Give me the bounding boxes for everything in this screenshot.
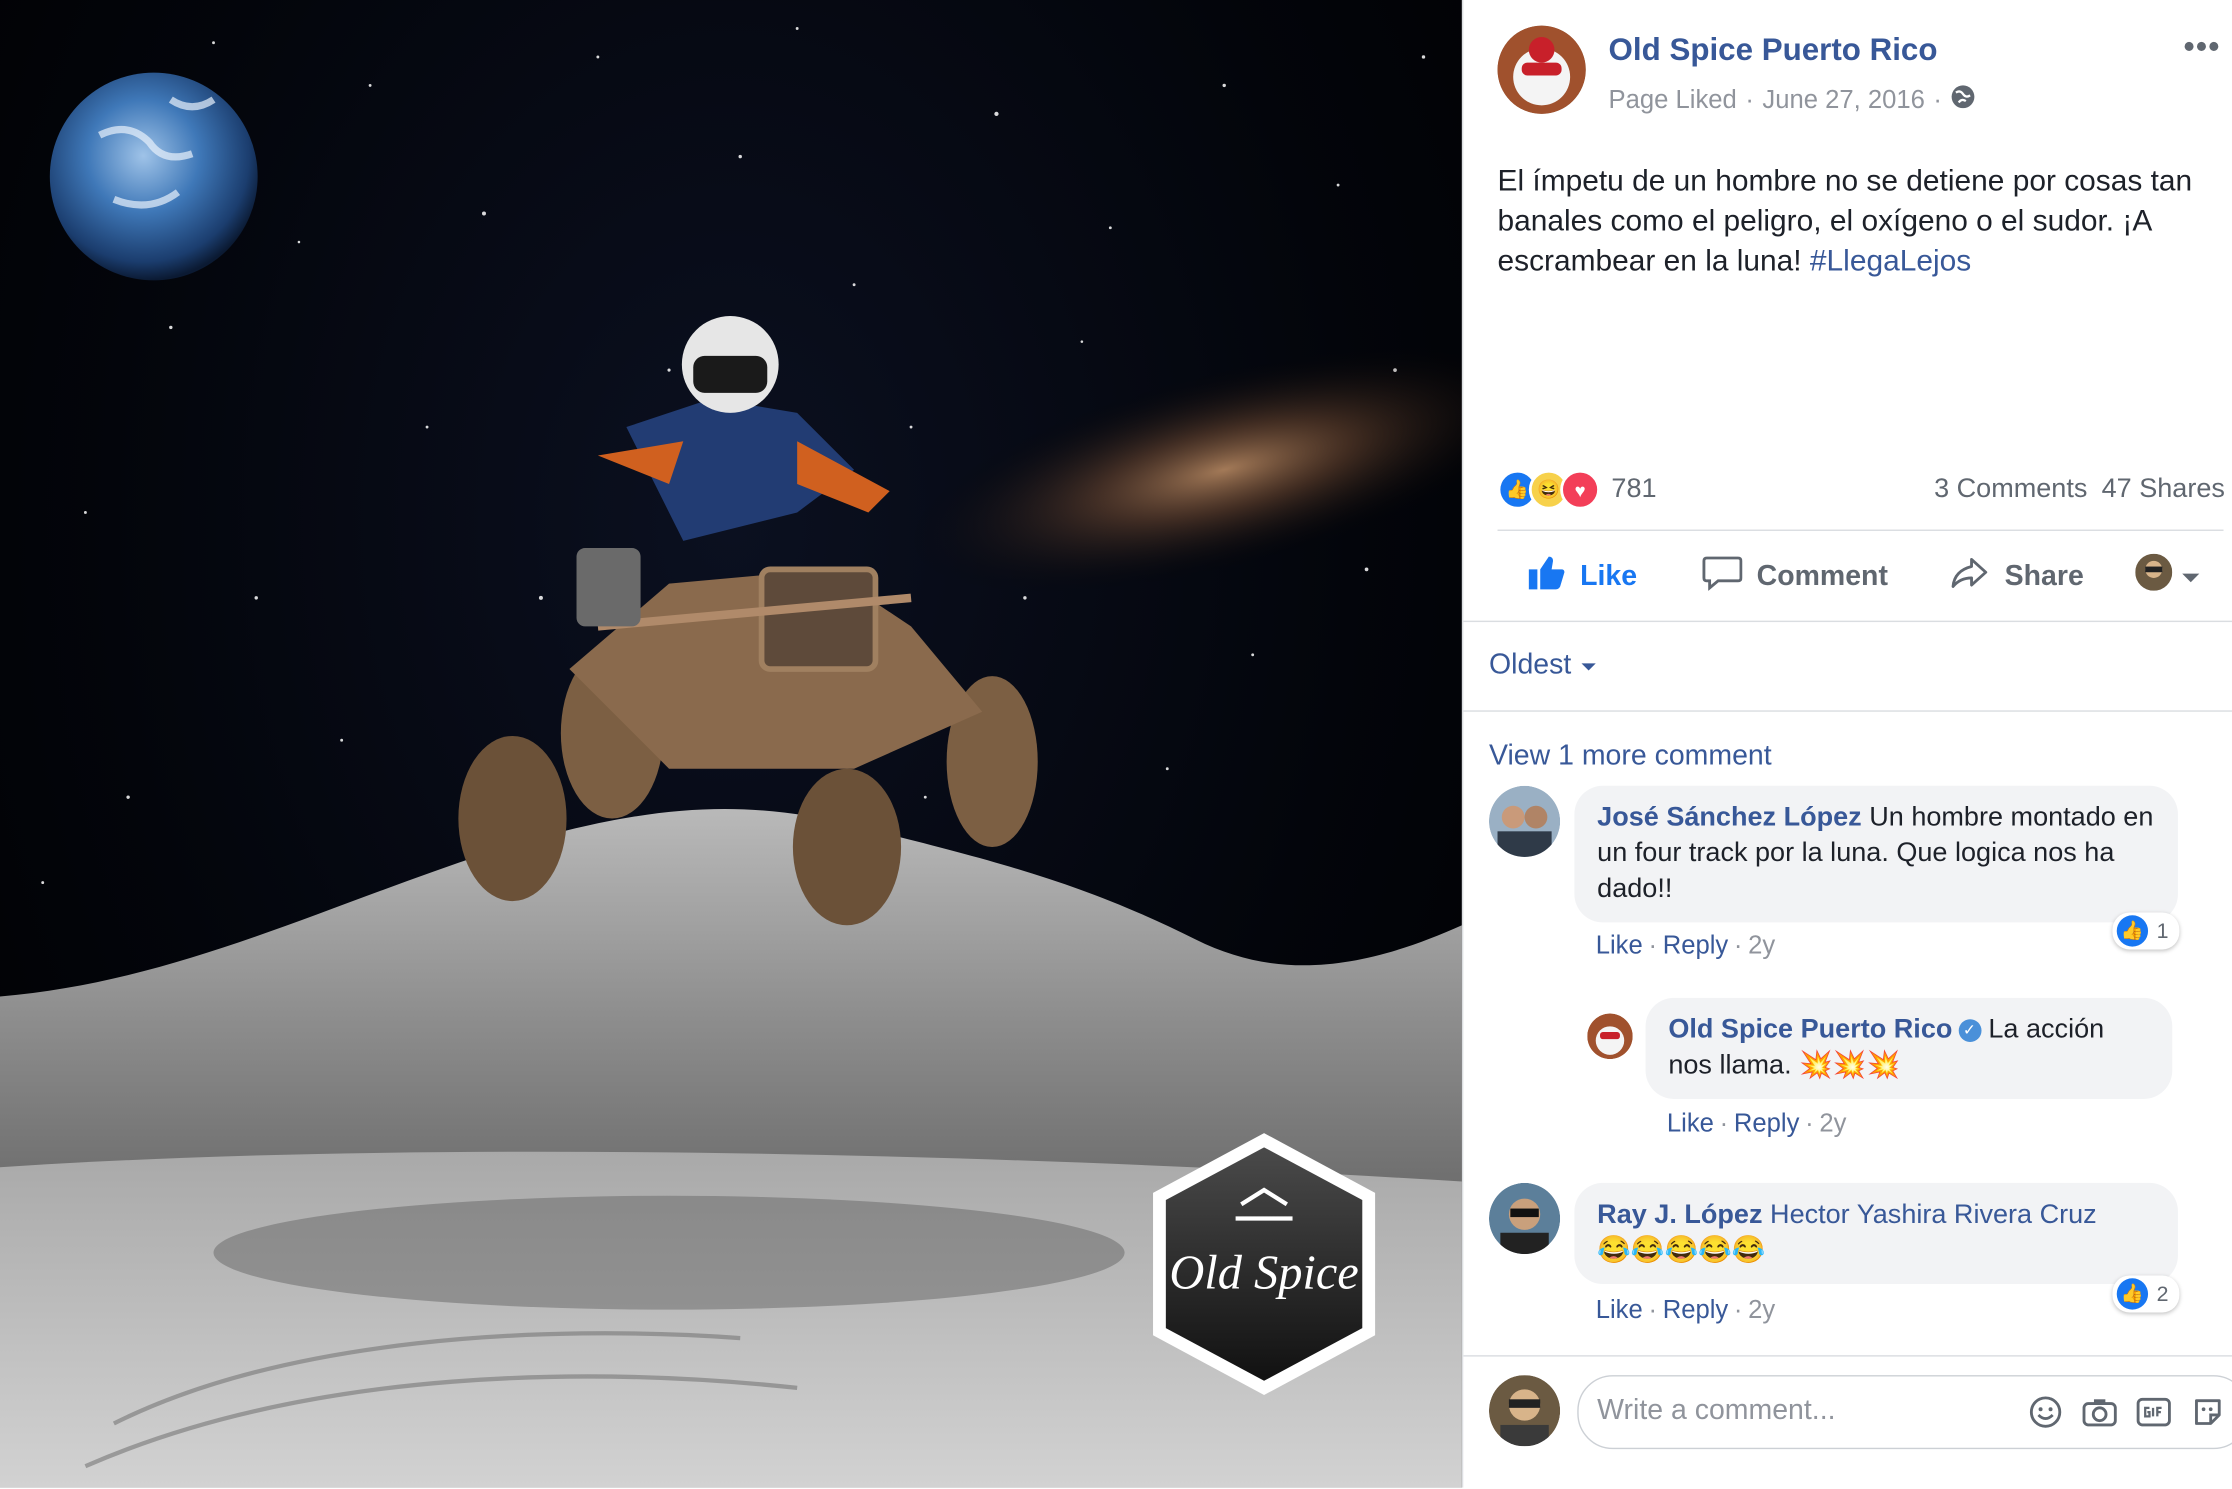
action-bar: Like Comment Share [1498,538,2232,615]
like-button[interactable]: Like [1526,538,1637,615]
comment-like-link[interactable]: Like [1596,931,1643,959]
share-icon [1951,554,1991,600]
svg-text:Old Spice: Old Spice [1169,1246,1358,1299]
reply-author-avatar[interactable] [1587,1013,1633,1060]
post-counts: 3 Comments 47 Shares [1934,474,2225,505]
tagged-user-link[interactable]: Hector Yashira Rivera Cruz [1770,1200,2097,1230]
comment-reply-link[interactable]: Reply [1663,1295,1729,1323]
post-photo[interactable]: Old Spice [0,0,1462,1488]
divider [1463,620,2232,623]
share-label: Share [2004,560,2084,592]
comment-author-avatar[interactable] [1488,785,1561,857]
comment-reaction-count: 2 [2156,1281,2169,1307]
shares-count[interactable]: 47 Shares [2102,474,2225,504]
comment-author[interactable]: José Sánchez López [1597,803,1862,833]
comment-sort-dropdown[interactable]: Oldest [1489,649,1597,682]
moon-atv-image: Old Spice [0,27,1462,1488]
comment-author[interactable]: Ray J. López [1597,1200,1762,1230]
comment-actions: Like · Reply · 2y [1595,1295,1776,1324]
reply-time[interactable]: 2y [1819,1109,1846,1137]
comment-time[interactable]: 2y [1748,1295,1775,1323]
more-options-button[interactable]: ••• [2184,28,2221,65]
comment-button[interactable]: Comment [1702,538,1888,615]
love-reaction-icon: ♥ [1560,469,1601,510]
comment-bubble: Ray J. López Hector Yashira Rivera Cruz … [1574,1182,2178,1284]
comment-reaction-badge[interactable]: 👍 2 [2112,1275,2180,1313]
comment-sort-label: Oldest [1488,649,1572,681]
viewer-avatar [2135,553,2173,600]
comment-actions: Like · Reply · 2y [1595,930,1776,960]
hashtag-link[interactable]: #LlegaLejos [1810,245,1971,278]
post-meta: Page Liked · June 27, 2016 · [1609,84,1977,117]
view-more-comments-link[interactable]: View 1 more comment [1489,740,1772,773]
comment-input-placeholder: Write a comment... [1597,1395,1836,1427]
comment-bubble: José Sánchez López Un hombre montado en … [1574,785,2178,923]
comment-reaction-count: 1 [2156,918,2169,944]
page-status: Page Liked [1608,85,1737,114]
share-button[interactable]: Share [1951,538,2084,615]
like-reaction-icon: 👍 [2116,915,2149,947]
post-text: El ímpetu de un hombre no se detiene por… [1498,162,2224,282]
earth [49,72,258,281]
verified-badge-icon: ✓ [1958,1019,1981,1043]
like-label: Like [1580,560,1638,592]
divider [1463,710,2232,712]
post-panel: Old Spice Puerto Rico Page Liked · June … [1461,0,2232,1489]
reply-actions: Like · Reply · 2y [1666,1108,1847,1138]
viewer-avatar[interactable] [1488,1375,1561,1447]
comment-reaction-badge[interactable]: 👍 1 [2112,912,2180,950]
globe-icon [1950,84,1976,117]
sticker-icon[interactable] [2189,1394,2226,1431]
smiley-icon[interactable] [2027,1394,2064,1431]
page-name[interactable]: Old Spice Puerto Rico [1609,31,1938,68]
gif-icon[interactable] [2135,1394,2172,1431]
reaction-count: 781 [1611,474,1657,504]
reply-author[interactable]: Old Spice Puerto Rico [1668,1015,1952,1045]
reply-reply-link[interactable]: Reply [1734,1109,1800,1137]
caret-down-icon [2181,560,2201,593]
comment-like-link[interactable]: Like [1596,1295,1643,1323]
comment-reply-link[interactable]: Reply [1663,931,1729,959]
thumbs-up-icon [1526,554,1566,600]
post-date[interactable]: June 27, 2016 [1762,85,1924,115]
reply-bubble: Old Spice Puerto Rico ✓ La acción nos lla… [1645,997,2173,1099]
comment-icon [1702,554,1743,600]
camera-icon[interactable] [2081,1394,2118,1431]
reaction-summary[interactable]: 👍 😆 ♥ 781 [1497,469,1657,510]
divider [1497,529,2224,531]
like-reaction-icon: 👍 [2116,1278,2149,1310]
comment-emojis: 😂😂😂😂😂 [1597,1235,1766,1266]
comment-time[interactable]: 2y [1748,931,1775,959]
comment-label: Comment [1756,560,1888,592]
caret-down-icon [1580,649,1597,682]
page-avatar[interactable] [1497,25,1586,114]
viewer-selector[interactable] [2135,538,2200,615]
composer-icons [2027,1394,2226,1431]
comments-count[interactable]: 3 Comments [1934,474,2087,504]
reply-like-link[interactable]: Like [1667,1109,1714,1137]
comment-author-avatar[interactable] [1488,1182,1561,1255]
